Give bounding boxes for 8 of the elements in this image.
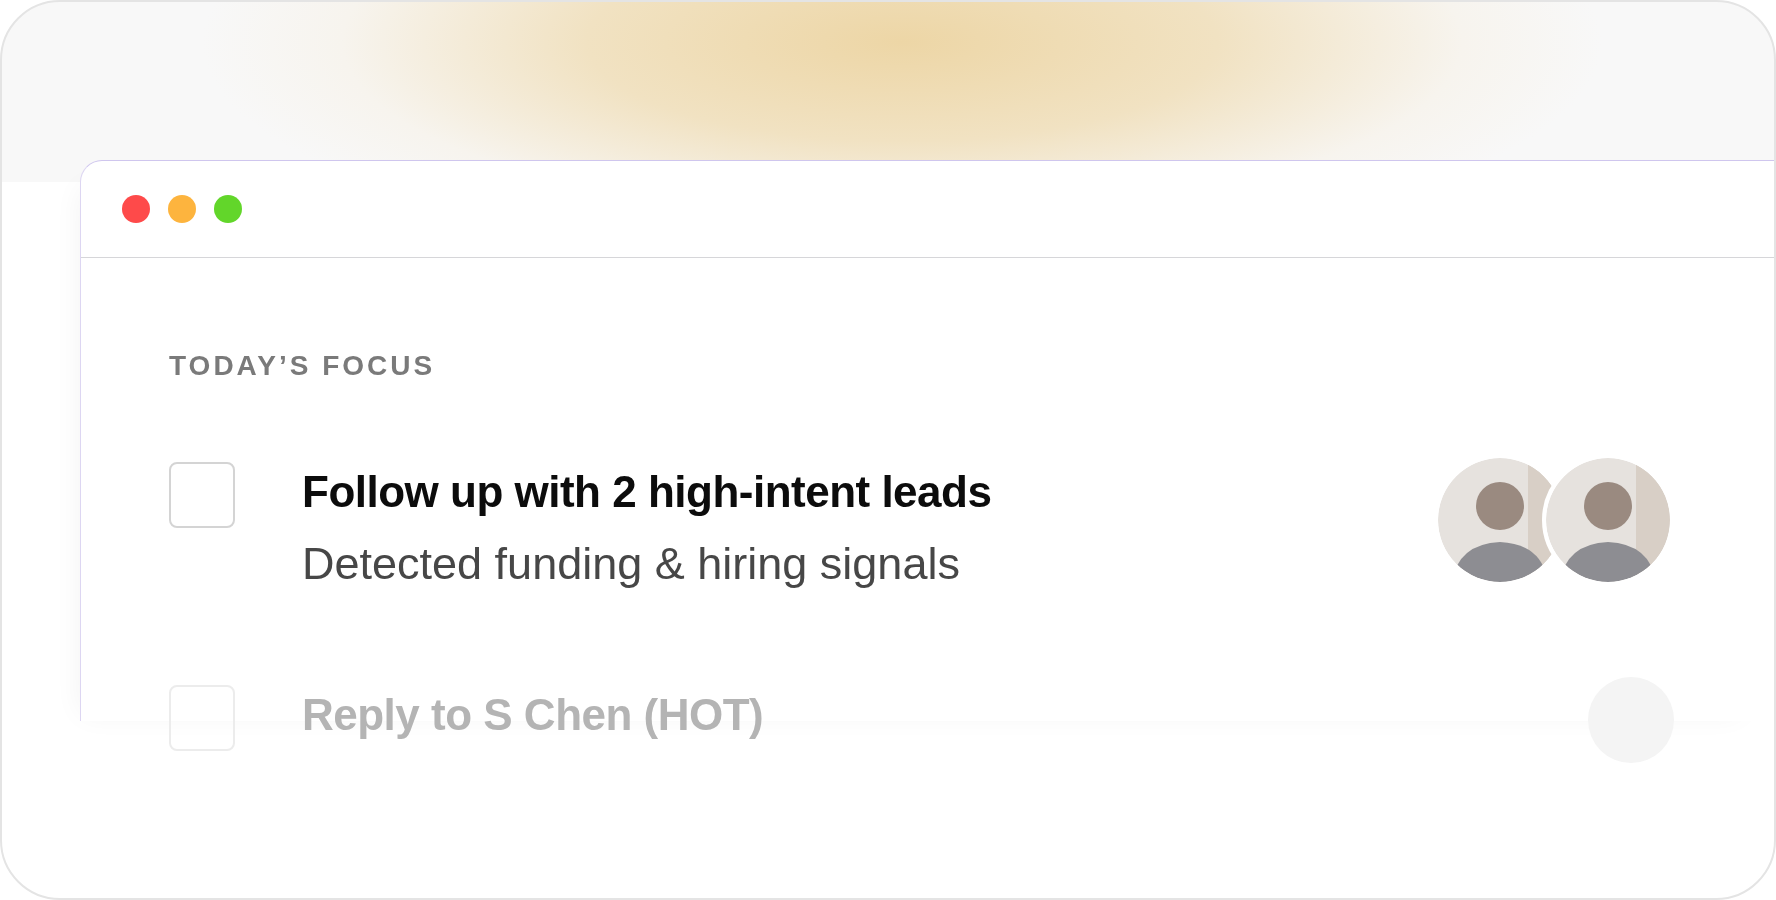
task-title: Reply to S Chen (HOT) bbox=[302, 688, 765, 741]
window-button[interactable] bbox=[214, 195, 242, 223]
window-button[interactable] bbox=[122, 195, 150, 223]
task-description: Detected funding & hiring signals bbox=[302, 536, 961, 591]
task-title: Follow up with 2 high-intent leads bbox=[302, 466, 993, 518]
checkbox[interactable] bbox=[169, 462, 235, 528]
section-heading: TODAY’S FOCUS bbox=[168, 349, 437, 382]
window-button[interactable] bbox=[168, 195, 196, 223]
